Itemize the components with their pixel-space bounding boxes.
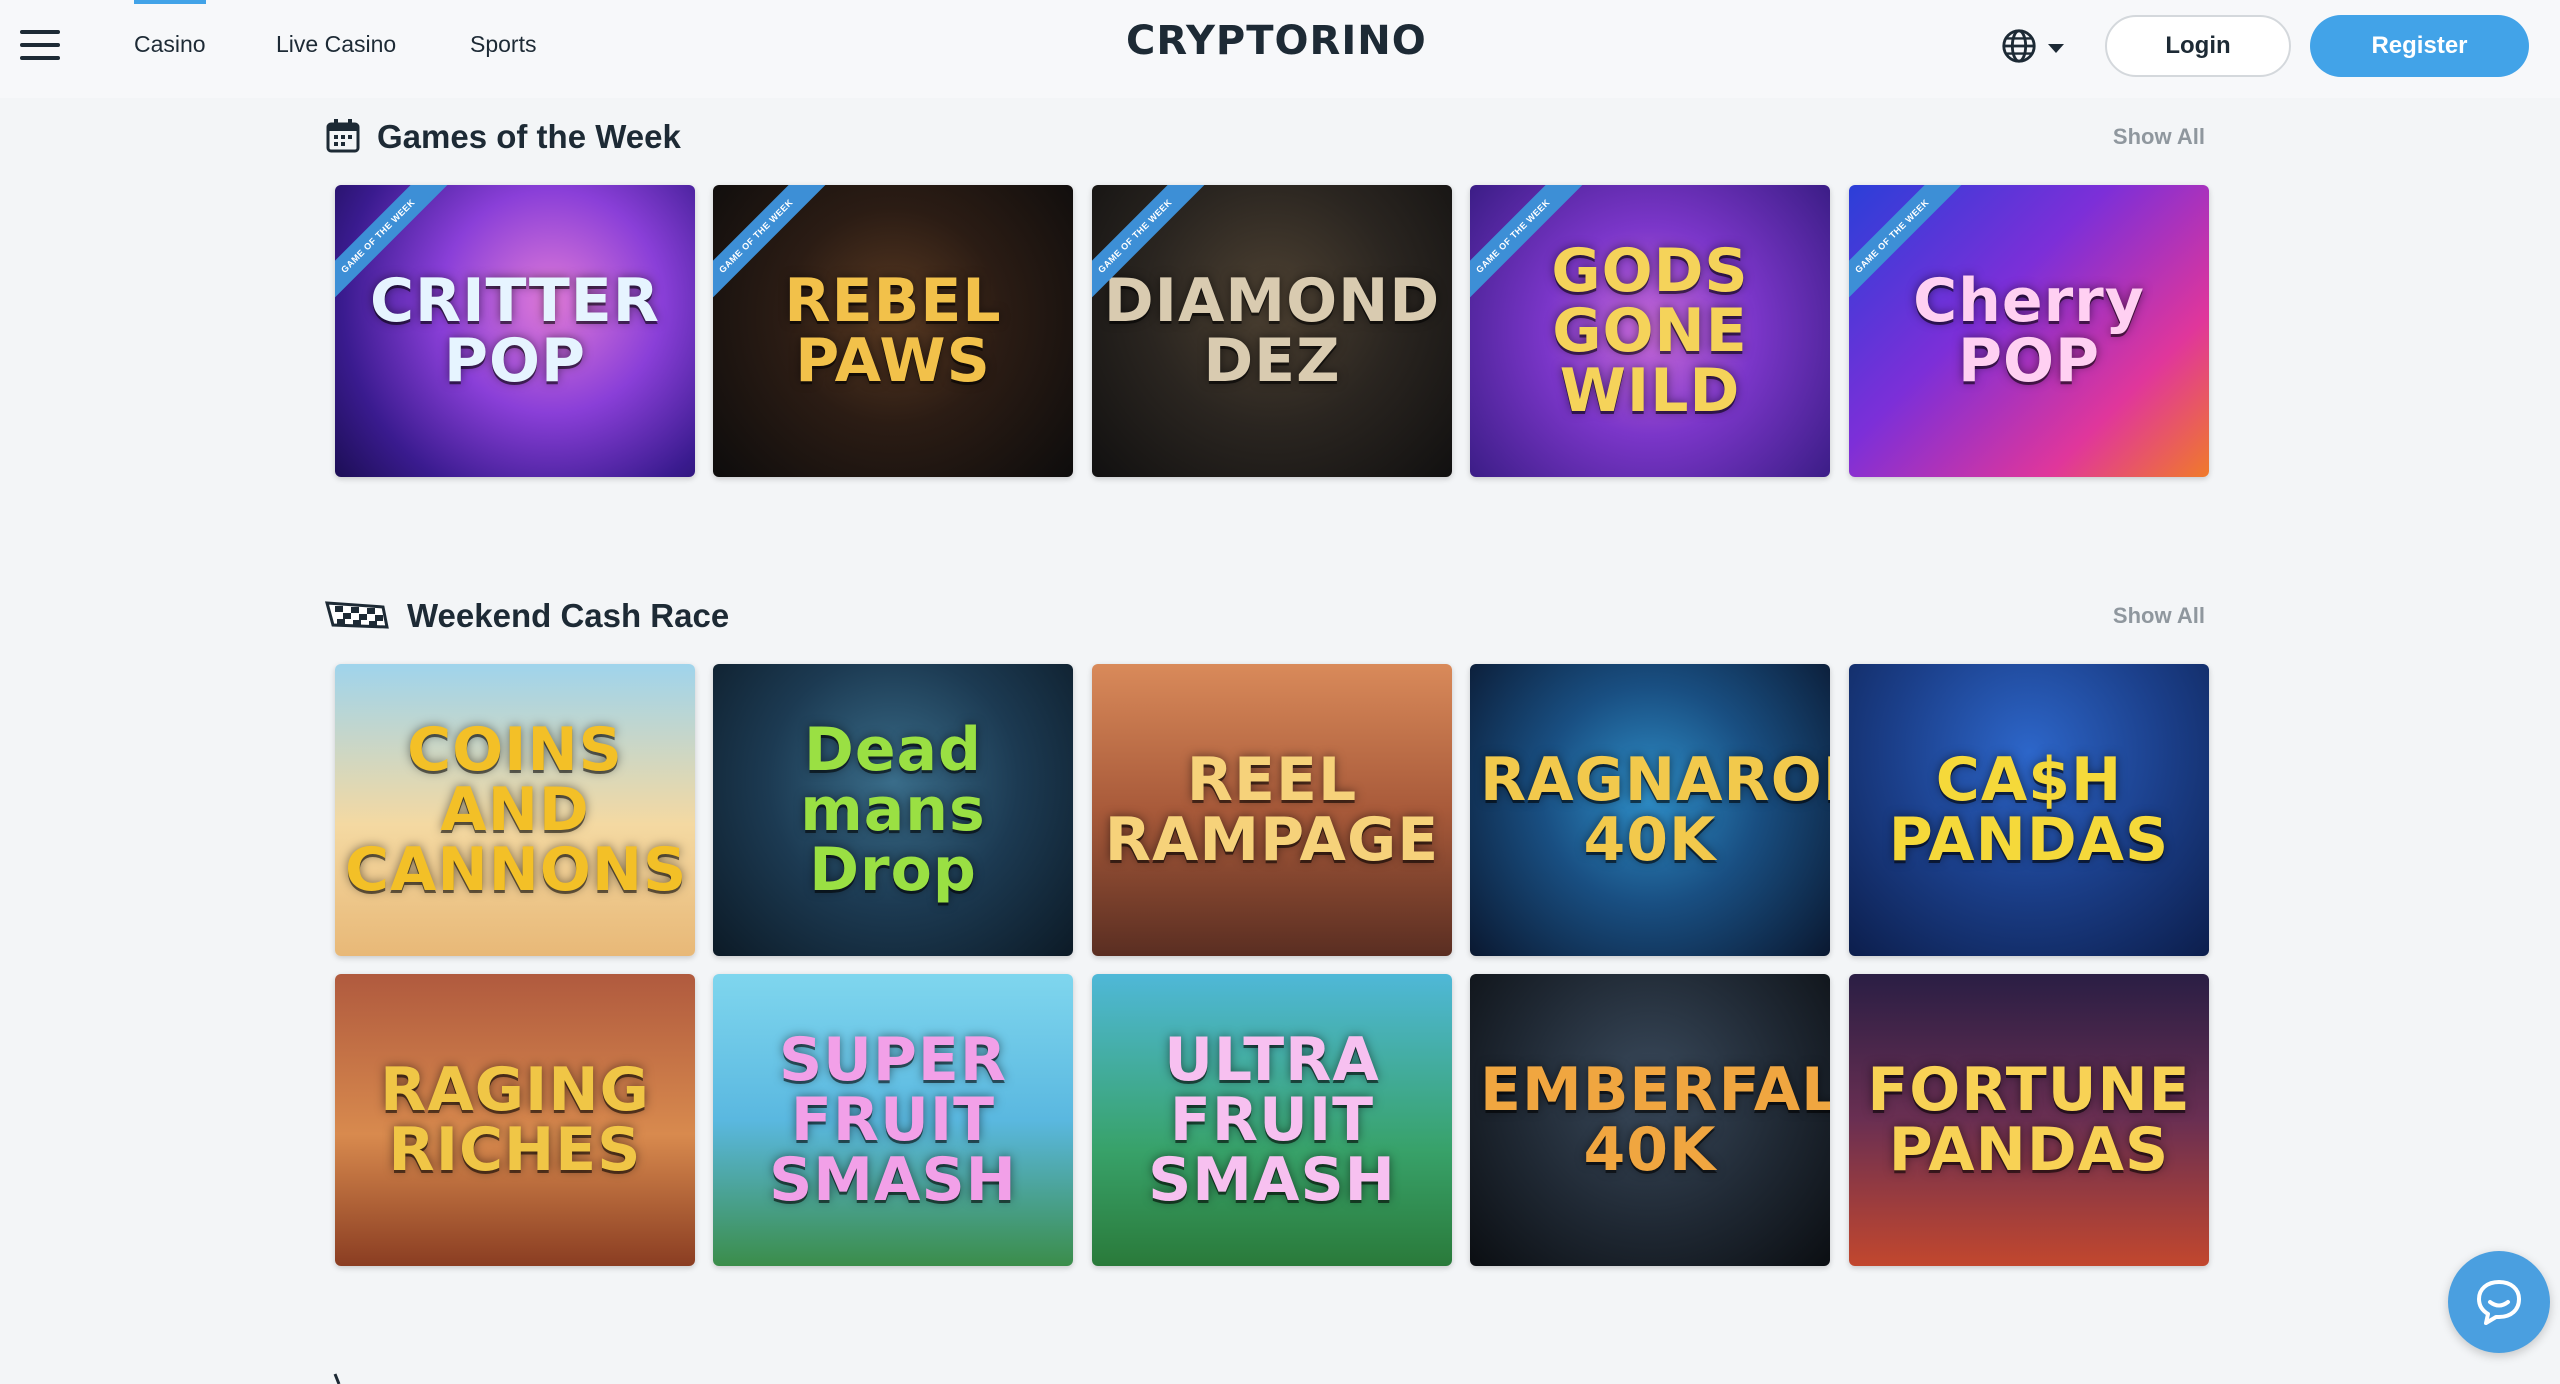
section-header-weekend-cash-race: Weekend Cash Race Show All [325, 591, 2205, 641]
game-tile[interactable]: RAGNAROK 40K [1470, 664, 1830, 956]
game-title: COINS AND CANNONS [345, 715, 688, 905]
section-title: Weekend Cash Race [407, 597, 730, 634]
game-title: Dead mans Drop [800, 715, 986, 905]
game-title: FORTUNE PANDAS [1867, 1055, 2191, 1185]
game-tile[interactable]: RAGING RICHES [335, 974, 695, 1266]
game-title: RAGNAROK 40K [1480, 745, 1830, 875]
game-tile[interactable]: Dead mans Drop [713, 664, 1073, 956]
game-tile[interactable]: CA$H PANDAS [1849, 664, 2209, 956]
nav-tab-live-casino[interactable]: Live Casino [276, 0, 396, 90]
game-tile[interactable]: EMBERFALL 40K [1470, 974, 1830, 1266]
game-tile[interactable]: ULTRA FRUIT SMASH [1092, 974, 1452, 1266]
game-title: REBEL PAWS [784, 266, 1002, 396]
nav-tab-sports[interactable]: Sports [470, 0, 536, 90]
globe-icon [2002, 29, 2036, 63]
game-title: CRITTER POP [370, 266, 660, 396]
game-title: RAGING RICHES [380, 1055, 650, 1185]
calendar-icon [326, 119, 360, 153]
game-tile[interactable]: COINS AND CANNONS [335, 664, 695, 956]
section-header-games-of-the-week: Games of the Week Show All [325, 112, 2205, 162]
game-tile[interactable]: REBEL PAWS GAME OF THE WEEK [713, 185, 1073, 477]
game-title: Cherry POP [1913, 266, 2145, 396]
login-button[interactable]: Login [2105, 15, 2291, 77]
game-title: REEL RAMPAGE [1104, 745, 1440, 875]
game-tile[interactable]: SUPER FRUIT SMASH [713, 974, 1073, 1266]
game-tile[interactable]: GODS GONE WILD GAME OF THE WEEK [1470, 185, 1830, 477]
live-chat-button[interactable] [2448, 1251, 2550, 1353]
game-title: GODS GONE WILD [1551, 236, 1749, 426]
chat-icon [2477, 1280, 2521, 1325]
section-title: Games of the Week [377, 118, 681, 155]
game-title: SUPER FRUIT SMASH [769, 1025, 1017, 1215]
site-logo[interactable]: CRYPTORINO [1126, 18, 1427, 64]
game-title: CA$H PANDAS [1888, 745, 2170, 875]
chevron-down-icon [2048, 43, 2064, 53]
game-title: DIAMOND DEZ [1103, 266, 1441, 396]
game-tile[interactable]: CRITTER POP GAME OF THE WEEK [335, 185, 695, 477]
show-all-link[interactable]: Show All [2113, 124, 2205, 150]
game-title: EMBERFALL 40K [1480, 1055, 1830, 1185]
register-button[interactable]: Register [2310, 15, 2529, 77]
game-tile[interactable]: FORTUNE PANDAS [1849, 974, 2209, 1266]
language-selector[interactable] [2000, 26, 2072, 66]
next-section-icon [333, 1373, 341, 1384]
game-tile[interactable]: DIAMOND DEZ GAME OF THE WEEK [1092, 185, 1452, 477]
game-tile[interactable]: Cherry POP GAME OF THE WEEK [1849, 185, 2209, 477]
hamburger-menu-icon[interactable] [20, 30, 62, 64]
game-tile[interactable]: REEL RAMPAGE [1092, 664, 1452, 956]
top-header: Casino Live Casino Sports CRYPTORINO Log… [0, 0, 2560, 98]
checkered-flag-icon [325, 601, 389, 629]
show-all-link[interactable]: Show All [2113, 603, 2205, 629]
nav-tab-casino[interactable]: Casino [134, 0, 206, 90]
game-title: ULTRA FRUIT SMASH [1148, 1025, 1396, 1215]
